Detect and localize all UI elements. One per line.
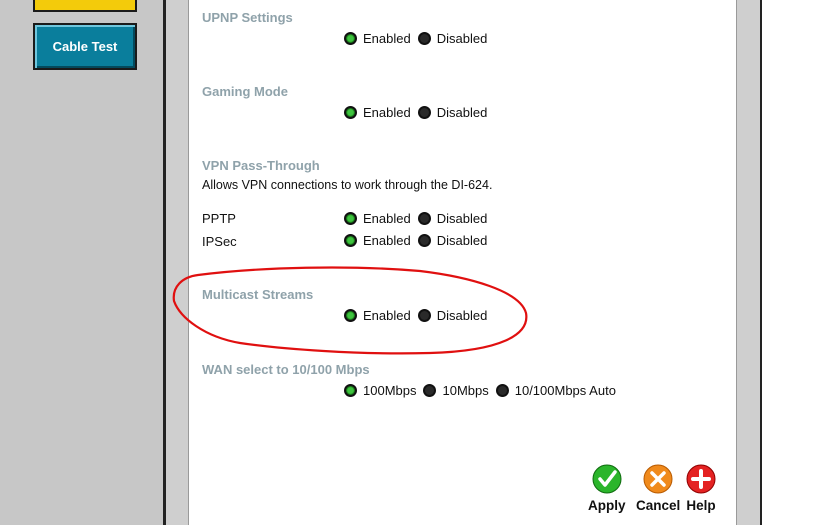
help-plus-icon (686, 464, 716, 494)
upnp-disabled-label: Disabled (436, 31, 488, 46)
upnp-disabled-radio[interactable] (417, 32, 431, 45)
ipsec-radio-group: Enabled Disabled (344, 233, 494, 248)
help-button[interactable]: Help (686, 464, 716, 513)
help-label: Help (686, 498, 716, 513)
right-gutter (736, 0, 761, 525)
upnp-title: UPNP Settings (202, 10, 293, 25)
wan-10mbps-radio[interactable] (423, 384, 437, 397)
checkmark-icon (592, 464, 622, 494)
cancel-button[interactable]: Cancel (636, 464, 680, 513)
wan-auto-radio[interactable] (495, 384, 509, 397)
pptp-radio-group: Enabled Disabled (344, 211, 494, 226)
multicast-disabled-radio[interactable] (417, 309, 431, 322)
upnp-radio-group: Enabled Disabled (344, 31, 494, 46)
gaming-enabled-radio[interactable] (344, 106, 357, 119)
upnp-enabled-radio[interactable] (344, 32, 357, 45)
vpn-title: VPN Pass-Through (202, 158, 320, 173)
wan-title: WAN select to 10/100 Mbps (202, 362, 370, 377)
apply-label: Apply (588, 498, 626, 513)
gaming-disabled-label: Disabled (436, 105, 488, 120)
cancel-label: Cancel (636, 498, 681, 513)
gaming-mode-title: Gaming Mode (202, 84, 288, 99)
ipsec-label: IPSec (202, 234, 237, 249)
multicast-enabled-radio[interactable] (344, 309, 357, 322)
multicast-radio-group: Enabled Disabled (344, 308, 494, 323)
wan-100mbps-radio[interactable] (344, 384, 357, 397)
ipsec-enabled-label: Enabled (363, 233, 411, 248)
wan-auto-label: 10/100Mbps Auto (514, 383, 616, 398)
multicast-title: Multicast Streams (202, 287, 314, 302)
ipsec-disabled-radio[interactable] (417, 234, 431, 247)
gaming-disabled-radio[interactable] (417, 106, 431, 119)
left-gutter (166, 0, 188, 525)
vpn-description: Allows VPN connections to work through t… (202, 178, 493, 192)
divider (760, 0, 762, 525)
cable-test-button[interactable]: Cable Test (33, 23, 137, 70)
pptp-label: PPTP (202, 211, 236, 226)
multicast-disabled-label: Disabled (436, 308, 488, 323)
ipsec-disabled-label: Disabled (436, 233, 488, 248)
pptp-disabled-label: Disabled (436, 211, 488, 226)
gaming-radio-group: Enabled Disabled (344, 105, 494, 120)
upnp-enabled-label: Enabled (363, 31, 411, 46)
gaming-enabled-label: Enabled (363, 105, 411, 120)
pptp-disabled-radio[interactable] (417, 212, 431, 225)
wan-100mbps-label: 100Mbps (363, 383, 417, 398)
cancel-x-icon (643, 464, 673, 494)
left-nav-panel: Cable Test (0, 0, 163, 525)
settings-content: UPNP Settings Enabled Disabled Gaming Mo… (189, 0, 736, 525)
pptp-enabled-label: Enabled (363, 211, 411, 226)
apply-button[interactable]: Apply (588, 464, 626, 513)
nav-button-partial[interactable] (33, 0, 137, 12)
wan-radio-group: 100Mbps 10Mbps 10/100Mbps Auto (344, 383, 623, 398)
ipsec-enabled-radio[interactable] (344, 234, 357, 247)
wan-10mbps-label: 10Mbps (442, 383, 489, 398)
multicast-enabled-label: Enabled (363, 308, 411, 323)
pptp-enabled-radio[interactable] (344, 212, 357, 225)
